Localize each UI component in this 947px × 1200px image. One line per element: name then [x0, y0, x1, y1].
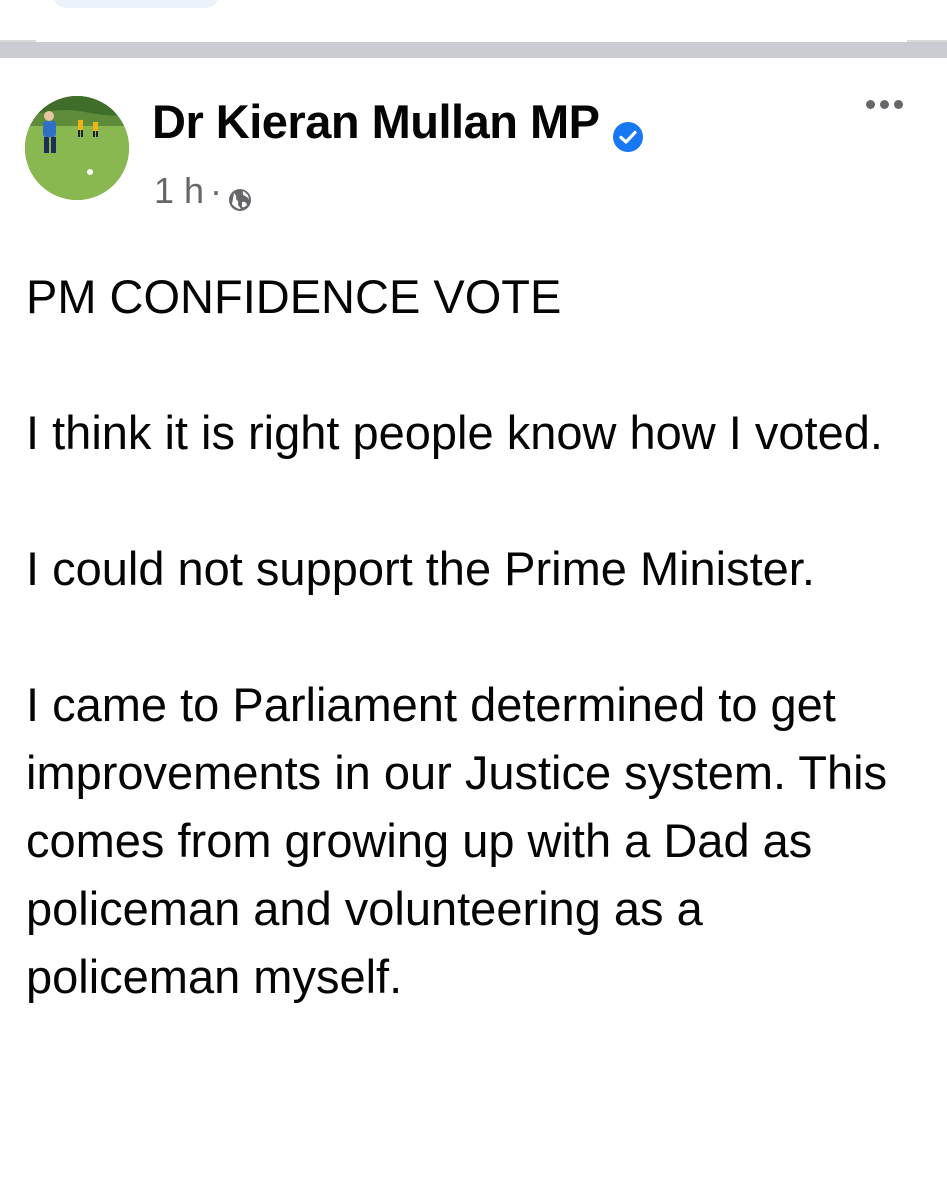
more-options-icon[interactable]: [866, 100, 903, 109]
author-name[interactable]: Dr Kieran Mullan MP: [152, 94, 600, 149]
feed-separator: [0, 42, 947, 58]
post-body: PM CONFIDENCE VOTE I think it is right p…: [26, 263, 926, 1079]
globe-icon[interactable]: [228, 179, 252, 211]
facebook-post: Dr Kieran Mullan MP 1 h · PM CONFIDENCE …: [0, 58, 947, 1200]
post-paragraph: I came to Parliament determined to get i…: [26, 678, 888, 1003]
screenshot: Dr Kieran Mullan MP 1 h · PM CONFIDENCE …: [0, 0, 947, 1200]
verified-badge-icon: [612, 109, 644, 152]
post-paragraph: I could not support the Prime Minister.: [26, 542, 815, 595]
avatar-photo: [25, 96, 129, 200]
author-avatar[interactable]: [25, 96, 129, 200]
post-paragraph: PM CONFIDENCE VOTE: [26, 270, 562, 323]
meta-separator: ·: [210, 170, 223, 211]
post-timestamp[interactable]: 1 h: [154, 170, 204, 212]
post-paragraph: I think it is right people know how I vo…: [26, 406, 883, 459]
previous-post-footer: [0, 0, 947, 42]
previous-action-pill[interactable]: [52, 0, 220, 8]
post-meta: 1 h ·: [154, 170, 252, 212]
author-header: Dr Kieran Mullan MP: [152, 94, 644, 152]
